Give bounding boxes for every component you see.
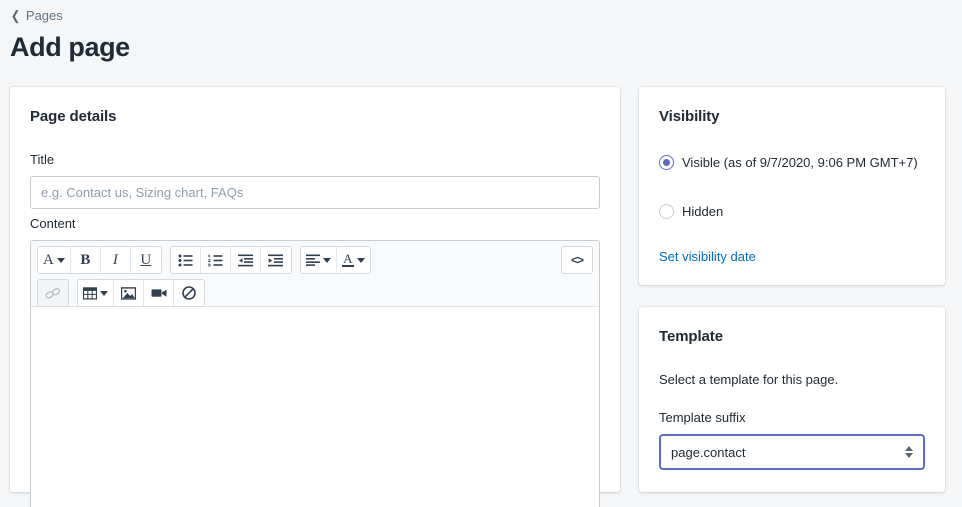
numbered-list-icon — [208, 254, 223, 266]
page-details-heading: Page details — [30, 108, 117, 125]
content-rich-text-editor: A B I U A <> — [30, 240, 600, 507]
chevron-down-icon — [356, 257, 365, 263]
editor-toolbar-row-2 — [37, 279, 593, 307]
insert-video-button[interactable] — [144, 280, 174, 306]
visibility-option-visible[interactable]: Visible (as of 9/7/2020, 9:06 PM GMT+7) — [659, 154, 925, 172]
template-suffix-value: page.contact — [671, 444, 746, 460]
clear-formatting-button[interactable] — [174, 280, 204, 306]
set-visibility-date-link[interactable]: Set visibility date — [659, 249, 756, 264]
breadcrumb[interactable]: ❮ Pages — [10, 8, 63, 23]
editor-toolbar-row-1: A B I U A — [37, 246, 593, 274]
bulleted-list-button[interactable] — [170, 247, 201, 273]
bulleted-list-icon — [178, 254, 193, 266]
table-icon — [83, 286, 97, 299]
align-left-icon — [305, 254, 320, 266]
numbered-list-button[interactable] — [200, 247, 231, 273]
font-style-dropdown[interactable]: A — [38, 247, 71, 273]
text-color-dropdown[interactable]: A — [336, 247, 370, 273]
visibility-option-hidden-label: Hidden — [682, 204, 724, 219]
title-label: Title — [30, 152, 55, 167]
outdent-icon — [237, 254, 253, 266]
visibility-option-hidden[interactable]: Hidden — [659, 203, 925, 221]
content-editor-body[interactable] — [31, 307, 599, 507]
visibility-card: Visibility Visible (as of 9/7/2020, 9:06… — [639, 87, 945, 285]
italic-button[interactable]: I — [100, 247, 131, 273]
indent-button[interactable] — [260, 247, 291, 273]
code-view-button[interactable]: <> — [561, 246, 593, 274]
font-a-icon: A — [43, 251, 54, 268]
text-color-icon: A — [341, 251, 354, 267]
radio-visible-icon[interactable] — [659, 155, 674, 170]
title-input[interactable] — [30, 176, 600, 209]
template-description: Select a template for this page. — [659, 372, 839, 387]
link-group — [37, 279, 69, 307]
select-stepper-icon — [905, 446, 913, 458]
page-details-card: Page details Title Content A B — [10, 87, 620, 507]
insert-table-dropdown[interactable] — [78, 280, 114, 306]
chevron-left-icon: ❮ — [10, 8, 21, 23]
template-card: Template Select a template for this page… — [639, 307, 945, 492]
align-dropdown[interactable] — [300, 247, 337, 273]
text-format-group: A B I U — [37, 246, 162, 274]
insert-link-button[interactable] — [38, 280, 68, 306]
link-icon — [45, 287, 61, 299]
insert-image-button[interactable] — [114, 280, 144, 306]
align-color-group: A — [299, 246, 371, 274]
editor-toolbar: A B I U A <> — [31, 241, 599, 307]
image-icon — [121, 286, 136, 300]
chevron-down-icon — [56, 257, 65, 263]
template-suffix-label: Template suffix — [659, 410, 746, 425]
content-label: Content — [30, 216, 76, 231]
chevron-down-icon — [100, 290, 108, 296]
add-page-screen: ❮ Pages Add page Page details Title Cont… — [0, 0, 962, 507]
list-indent-group — [169, 246, 292, 274]
bold-icon: B — [80, 251, 91, 268]
no-symbol-icon — [182, 286, 196, 300]
italic-icon: I — [112, 251, 118, 268]
video-icon — [151, 289, 166, 297]
template-heading: Template — [659, 328, 723, 345]
visibility-heading: Visibility — [659, 108, 720, 125]
outdent-button[interactable] — [230, 247, 261, 273]
template-suffix-select[interactable]: page.contact — [659, 434, 925, 470]
breadcrumb-label: Pages — [25, 8, 63, 23]
page-title: Add page — [10, 32, 130, 62]
underline-button[interactable]: U — [130, 247, 161, 273]
indent-icon — [268, 254, 284, 266]
radio-hidden-icon[interactable] — [659, 204, 674, 219]
underline-icon: U — [140, 251, 152, 268]
chevron-down-icon — [322, 257, 331, 263]
bold-button[interactable]: B — [70, 247, 101, 273]
visibility-option-visible-label: Visible (as of 9/7/2020, 9:06 PM GMT+7) — [682, 155, 918, 170]
insert-group — [77, 279, 205, 307]
